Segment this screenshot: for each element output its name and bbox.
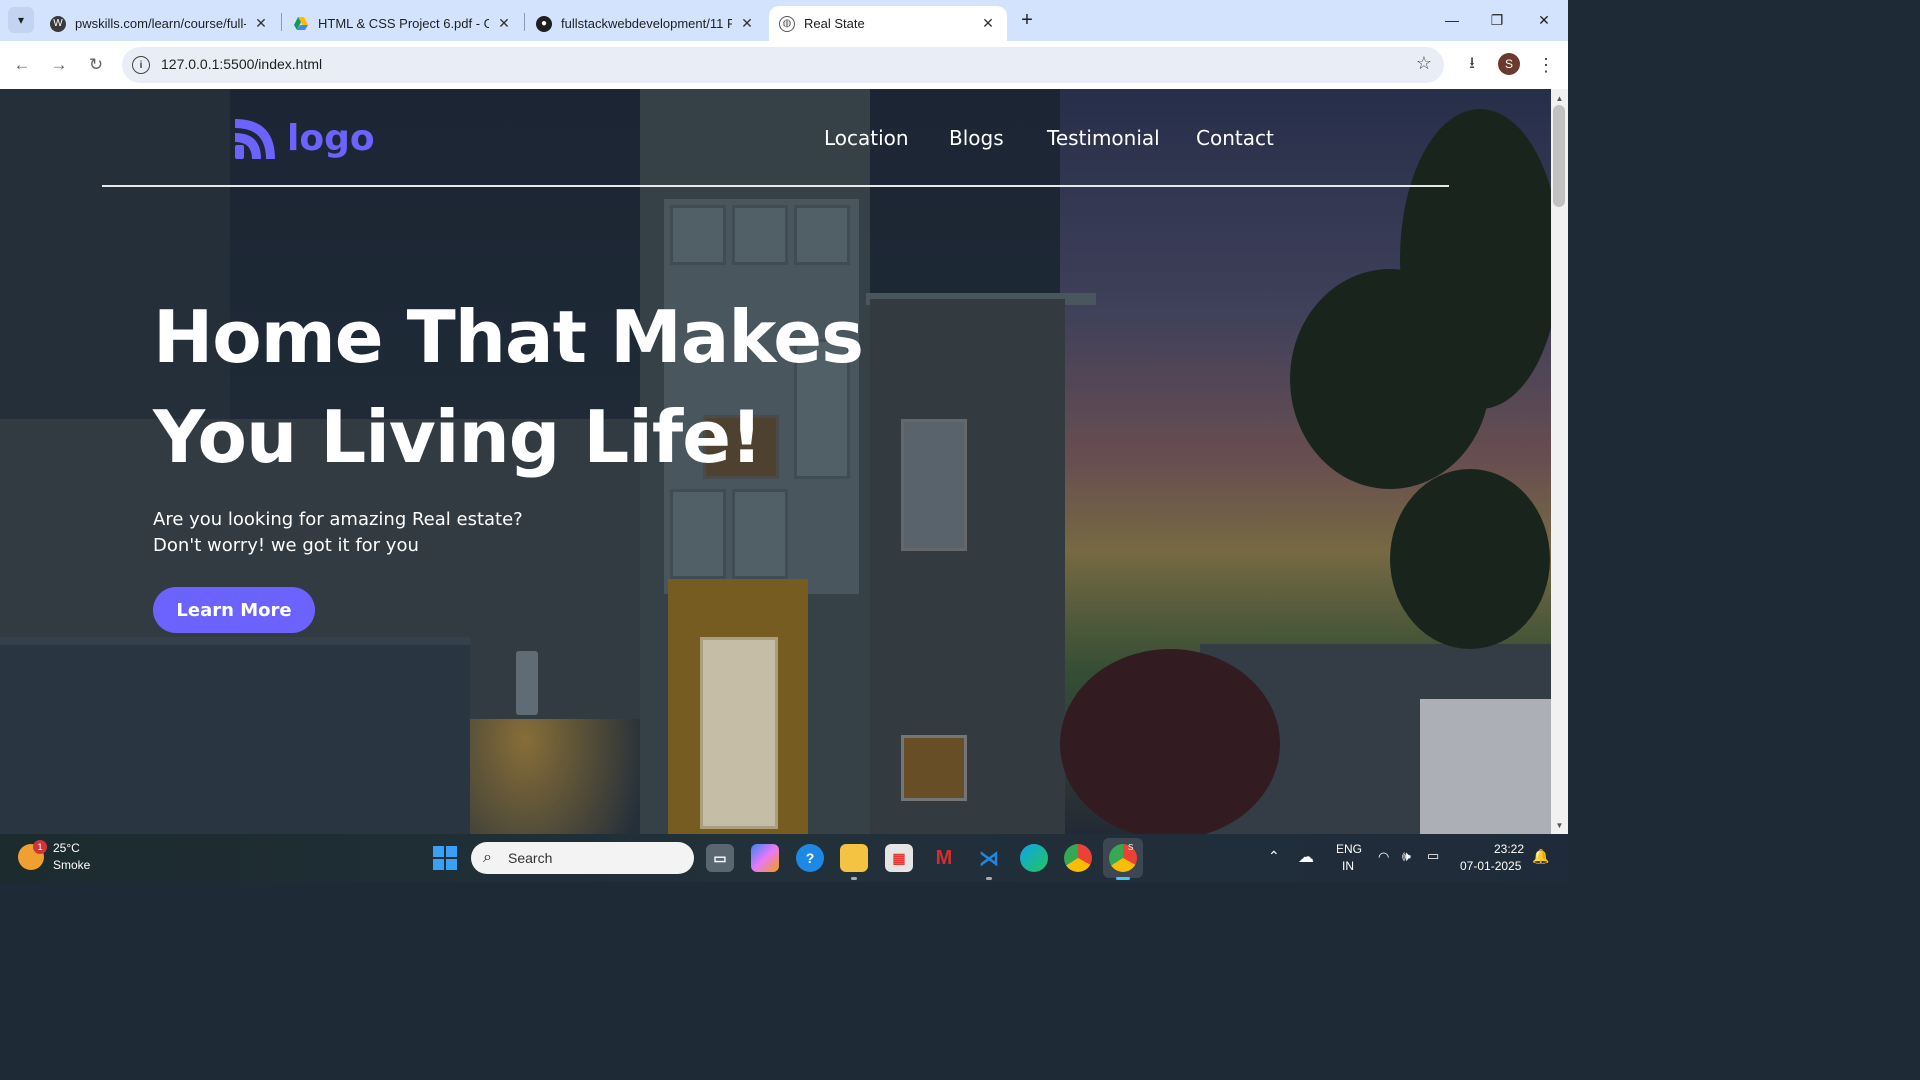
logo-text: logo — [287, 117, 375, 159]
scroll-up-arrow-icon[interactable]: ▲ — [1551, 91, 1568, 105]
tab-title: fullstackwebdevelopment/11 Fu — [561, 16, 732, 31]
windows-logo-tile — [446, 846, 457, 857]
task-view-icon[interactable]: ▭ — [706, 844, 734, 872]
scroll-down-arrow-icon[interactable]: ▼ — [1551, 818, 1568, 832]
back-button[interactable]: ← — [9, 52, 35, 78]
clock-date[interactable]: 07-01-2025 — [1460, 859, 1521, 873]
header-divider — [102, 185, 1449, 187]
download-icon[interactable]: ⭳ — [1459, 52, 1485, 78]
tab-title: Real State — [804, 16, 865, 31]
windows-logo-tile — [433, 859, 444, 870]
language-region[interactable]: IN — [1342, 859, 1354, 873]
site-logo[interactable]: logo — [233, 115, 375, 161]
chrome-icon[interactable] — [1064, 844, 1092, 872]
scrollbar-thumb[interactable] — [1553, 105, 1565, 207]
address-bar[interactable]: i 127.0.0.1:5500/index.html ☆ — [122, 47, 1444, 83]
battery-icon[interactable]: ▭ — [1427, 848, 1439, 864]
restore-button[interactable]: ❐ — [1485, 8, 1509, 32]
tab-divider — [524, 13, 525, 31]
tab-title: pwskills.com/learn/course/full-s — [75, 16, 246, 31]
github-icon: ● — [536, 15, 552, 32]
close-icon[interactable]: ✕ — [738, 15, 756, 33]
nav-link-location[interactable]: Location — [824, 126, 909, 150]
browser-toolbar: ← → ↻ i 127.0.0.1:5500/index.html ☆ ⭳ ⋮ — [0, 41, 1568, 89]
running-indicator — [851, 877, 857, 880]
file-explorer-icon[interactable] — [840, 844, 868, 872]
chevron-up-icon[interactable]: ⌃ — [1268, 848, 1280, 865]
google-drive-icon — [293, 16, 309, 32]
tab-divider — [281, 13, 282, 31]
close-window-button[interactable]: ✕ — [1532, 8, 1556, 32]
tab-real-state[interactable]: ◍ Real State ✕ — [769, 6, 1007, 41]
forward-button[interactable]: → — [46, 52, 72, 78]
close-icon[interactable]: ✕ — [252, 15, 270, 33]
language-indicator[interactable]: ENG — [1336, 842, 1362, 856]
nav-link-blogs[interactable]: Blogs — [949, 126, 1004, 150]
hero-heading: Home That Makes You Living Life! — [153, 287, 913, 487]
reload-button[interactable]: ↻ — [83, 52, 109, 78]
edge-icon[interactable] — [1020, 844, 1048, 872]
tab-pwskills[interactable]: W pwskills.com/learn/course/full-s ✕ — [40, 6, 280, 41]
tab-strip: ▾ W pwskills.com/learn/course/full-s ✕ H… — [0, 0, 1568, 41]
wordpress-icon: W — [50, 15, 66, 32]
weather-alert-badge: 1 — [33, 840, 47, 854]
menu-icon[interactable]: ⋮ — [1533, 52, 1559, 78]
active-indicator — [1116, 877, 1130, 880]
weather-condition[interactable]: Smoke — [53, 858, 90, 872]
tab-search-button[interactable]: ▾ — [8, 7, 34, 33]
help-icon[interactable]: ? — [796, 844, 824, 872]
weather-temperature[interactable]: 25°C — [53, 841, 80, 855]
logo-icon — [235, 119, 275, 159]
tab-google-drive[interactable]: HTML & CSS Project 6.pdf - Go ✕ — [283, 6, 523, 41]
volume-icon[interactable]: 🕪 — [1402, 848, 1411, 865]
windows-logo-tile — [446, 859, 457, 870]
page-viewport: logo Location Blogs Testimonial Contact … — [0, 89, 1551, 834]
hero-heading-line-1: Home That Makes — [153, 295, 864, 379]
start-button[interactable] — [433, 846, 457, 870]
wifi-icon[interactable]: ◠ — [1378, 849, 1389, 865]
mcafee-icon[interactable]: M — [930, 844, 958, 872]
search-icon: ⌕ — [483, 849, 492, 866]
search-placeholder: Search — [508, 850, 553, 866]
onedrive-icon[interactable]: ☁ — [1298, 847, 1314, 867]
nav-link-contact[interactable]: Contact — [1196, 126, 1274, 150]
nav-link-testimonial[interactable]: Testimonial — [1047, 126, 1160, 150]
running-indicator — [986, 877, 992, 880]
close-icon[interactable]: ✕ — [979, 15, 997, 33]
minimize-button[interactable]: — — [1440, 8, 1464, 32]
new-tab-button[interactable]: + — [1016, 8, 1038, 32]
url-text[interactable]: 127.0.0.1:5500/index.html — [161, 56, 322, 72]
hero-heading-line-2: You Living Life! — [153, 395, 763, 479]
close-icon[interactable]: ✕ — [495, 15, 513, 33]
hero-subtitle: Are you looking for amazing Real estate?… — [153, 509, 523, 556]
site-info-icon[interactable]: i — [132, 56, 150, 74]
tab-title: HTML & CSS Project 6.pdf - Go — [318, 16, 489, 31]
globe-icon: ◍ — [779, 15, 795, 32]
notification-bell-icon[interactable]: 🔔 — [1532, 848, 1549, 865]
profile-avatar[interactable]: S — [1498, 53, 1520, 75]
windows-taskbar: 1 25°C Smoke ⌕ Search ▭ ? ▦ M ⋊ S ⌃ ☁ EN… — [0, 834, 1568, 882]
bookmark-star-icon[interactable]: ☆ — [1416, 53, 1432, 74]
clock-time[interactable]: 23:22 — [1494, 842, 1524, 856]
vscode-icon[interactable]: ⋊ — [975, 844, 1003, 872]
windows-logo-tile — [433, 846, 444, 857]
learn-more-button[interactable]: Learn More — [153, 587, 315, 633]
chrome-profile-badge: S — [1128, 843, 1134, 852]
microsoft-store-icon[interactable]: ▦ — [885, 844, 913, 872]
tab-github[interactable]: ● fullstackwebdevelopment/11 Fu ✕ — [526, 6, 766, 41]
taskbar-search[interactable]: ⌕ Search — [471, 842, 694, 874]
copilot-icon[interactable] — [751, 844, 779, 872]
